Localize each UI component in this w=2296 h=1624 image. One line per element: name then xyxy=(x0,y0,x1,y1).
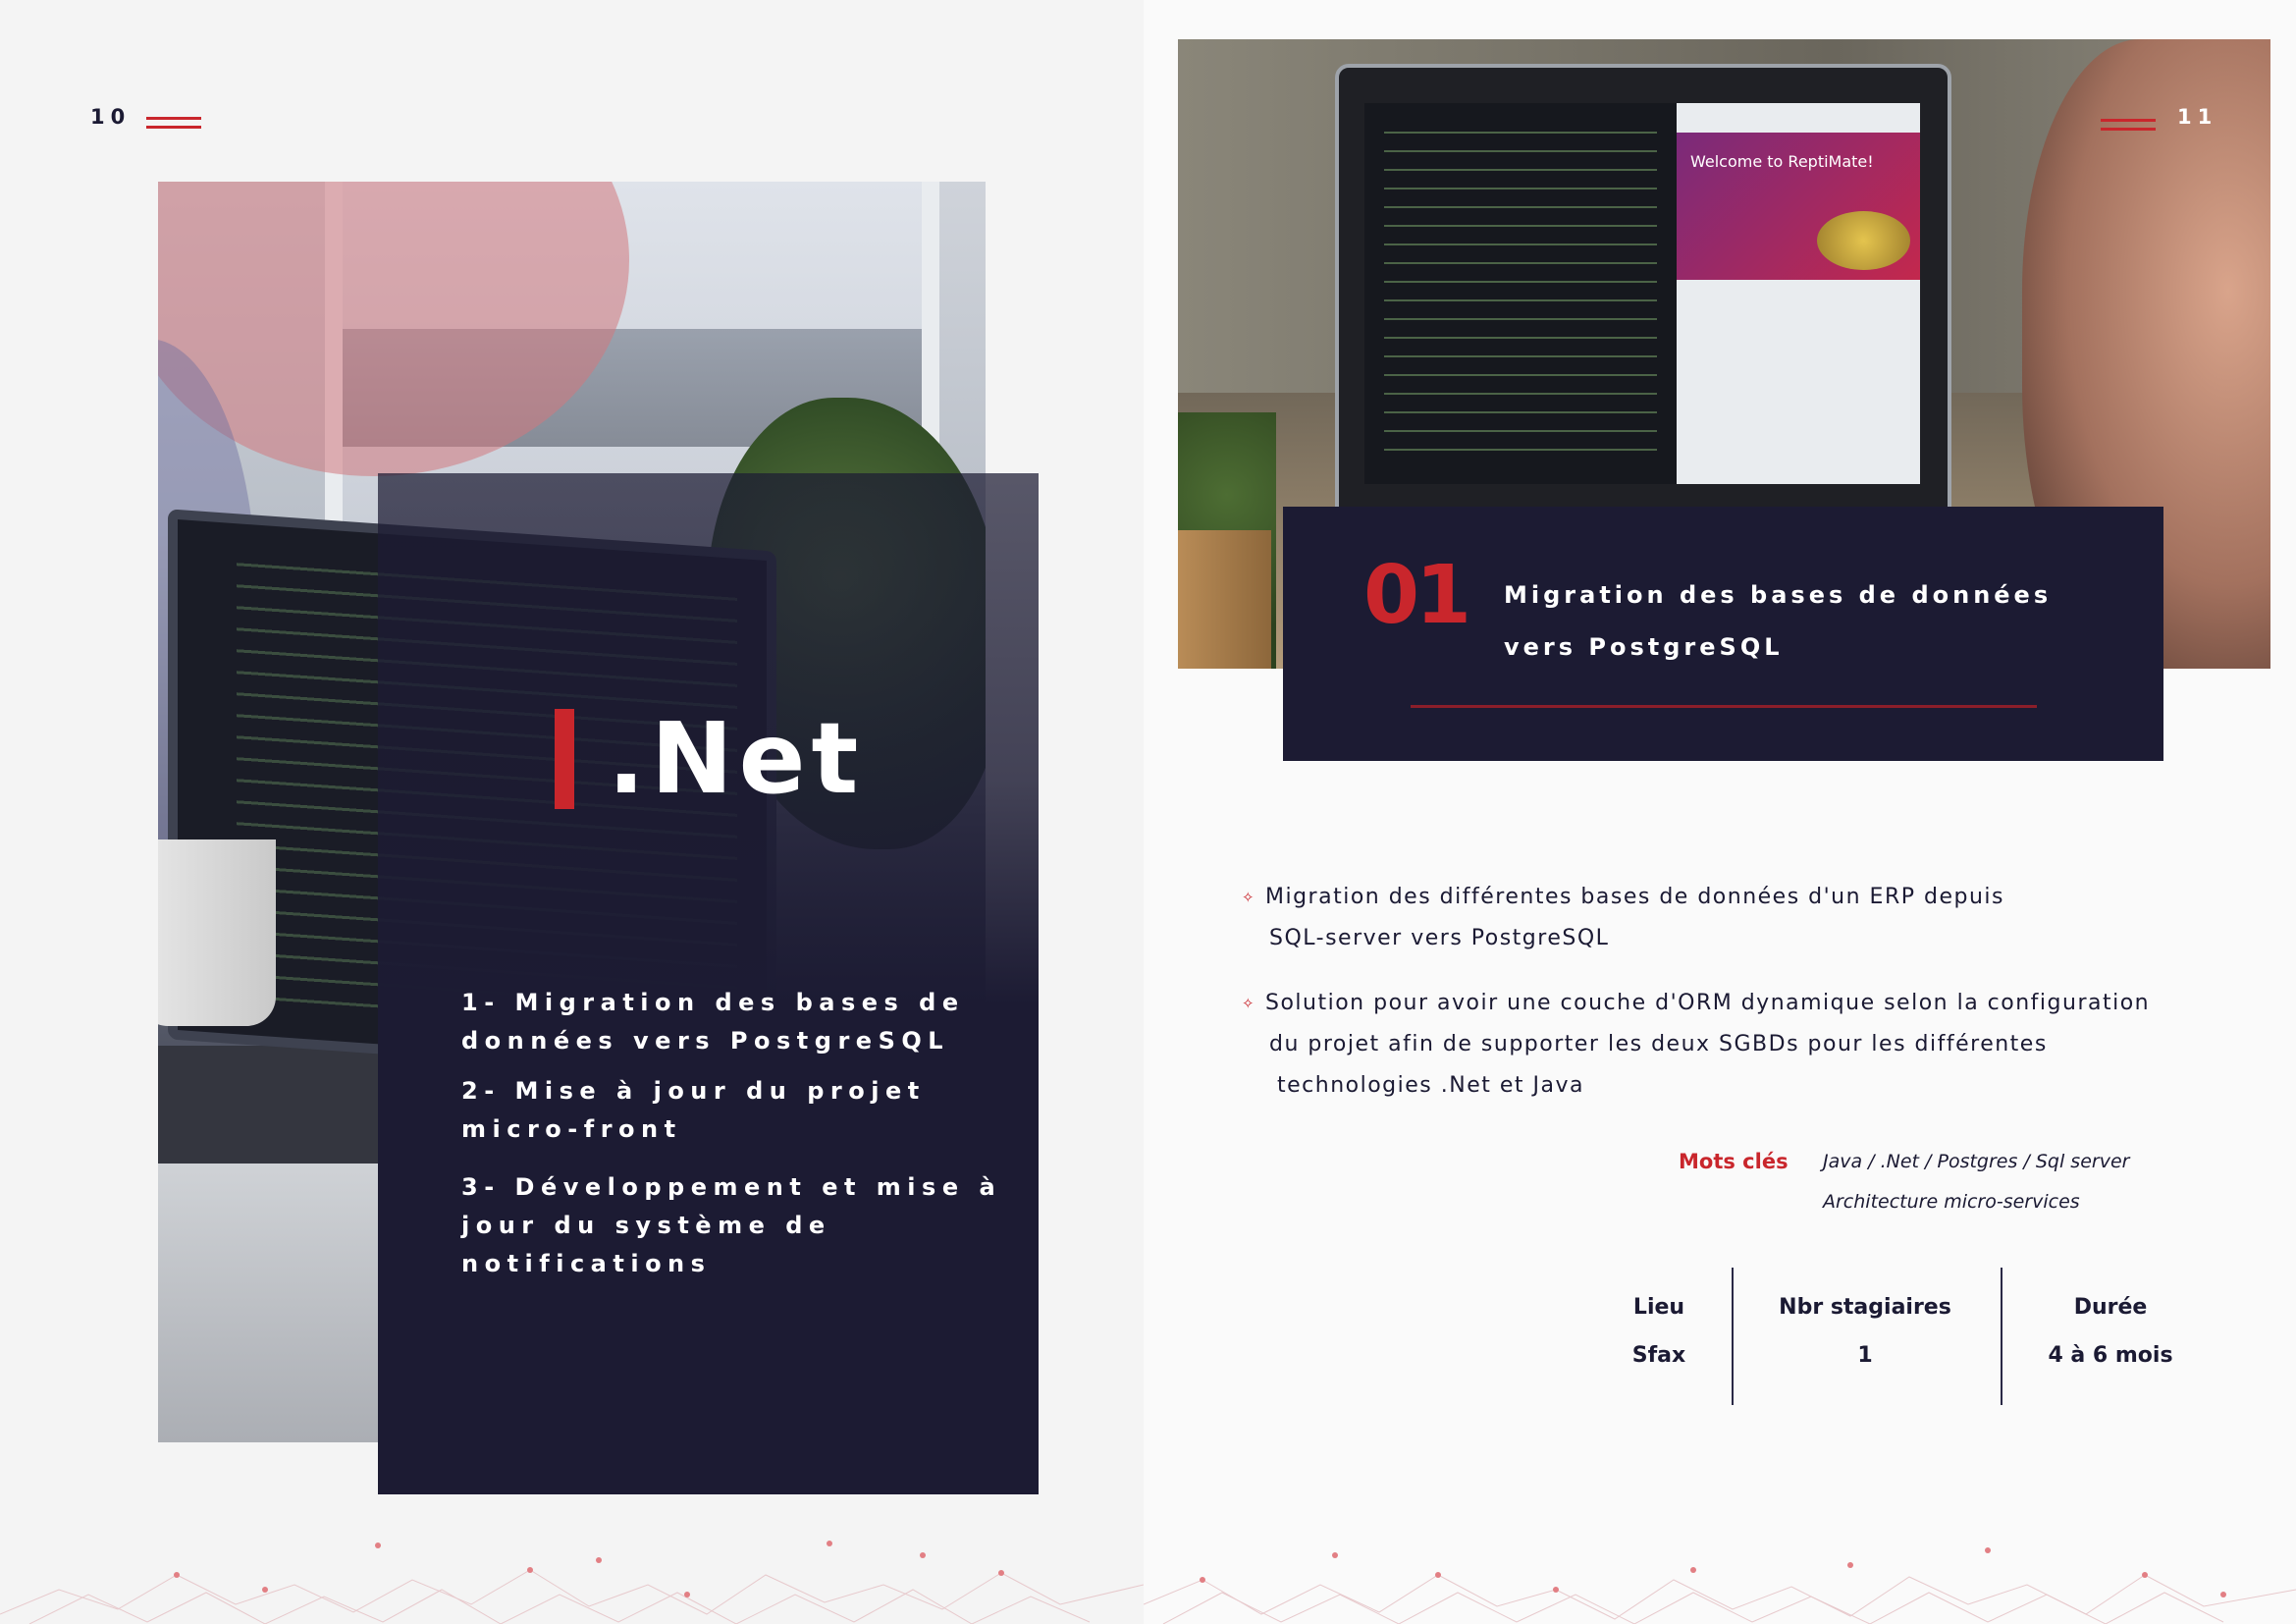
info-duration: Durée 4 à 6 mois xyxy=(2048,1295,2173,1368)
page-number-rule xyxy=(2101,128,2156,131)
tech-card: .Net 1- Migration des bases de données v… xyxy=(378,473,1039,1494)
column-divider xyxy=(1732,1268,1734,1405)
card-title-text: .Net xyxy=(608,701,865,816)
bullet-item: ✧ Solution pour avoir une couche d'ORM d… xyxy=(1242,983,2243,1107)
sparkle-icon: ✧ xyxy=(1242,995,1256,1012)
page-number: 10 xyxy=(90,105,132,129)
keywords-value: Architecture micro-services xyxy=(1823,1191,2080,1213)
keywords-label: Mots clés xyxy=(1679,1150,1789,1173)
accent-bar xyxy=(555,709,574,809)
list-item: 2- Mise à jour du projet micro-front xyxy=(461,1077,926,1143)
monitor-image: Welcome to ReptiMate! xyxy=(1335,64,1951,543)
project-header-card: 01 Migration des bases de données vers P… xyxy=(1283,507,2163,761)
left-page: 10 .Net 1- Migration des bases de donnée… xyxy=(0,0,1144,1624)
screen-welcome-text: Welcome to ReptiMate! xyxy=(1690,152,1874,171)
info-interns: Nbr stagiaires 1 xyxy=(1779,1295,1951,1368)
page-number-rule xyxy=(146,117,201,120)
info-location: Lieu Sfax xyxy=(1631,1295,1686,1368)
description-list: ✧ Migration des différentes bases de don… xyxy=(1242,877,2243,1130)
sparkle-icon: ✧ xyxy=(1242,889,1256,906)
project-number: 01 xyxy=(1363,549,1471,642)
page-number-rule xyxy=(2101,119,2156,122)
page-number: 11 xyxy=(2177,105,2218,129)
pot-image xyxy=(1178,530,1271,669)
column-divider xyxy=(2001,1268,2002,1405)
network-decoration xyxy=(1144,1547,2296,1624)
card-title: .Net xyxy=(555,705,864,813)
info-table: Lieu Sfax Nbr stagiaires 1 Durée 4 à 6 m… xyxy=(1600,1268,2209,1405)
list-item: 1- Migration des bases de données vers P… xyxy=(461,989,965,1055)
project-title: Migration des bases de données vers Post… xyxy=(1504,581,2053,661)
title-underline xyxy=(1411,705,2037,708)
right-page: Welcome to ReptiMate! 11 01 Migration de… xyxy=(1144,0,2296,1624)
cup-image xyxy=(158,839,276,1026)
network-decoration xyxy=(0,1541,1144,1624)
page-number-rule xyxy=(146,126,201,129)
list-item: 3- Développement et mise à jour du systè… xyxy=(461,1173,1002,1277)
bullet-item: ✧ Migration des différentes bases de don… xyxy=(1242,877,2243,959)
project-list: 1- Migration des bases de données vers P… xyxy=(461,984,1011,1295)
keywords-value: Java / .Net / Postgres / Sql server xyxy=(1823,1151,2130,1172)
lizard-image xyxy=(1817,211,1910,270)
